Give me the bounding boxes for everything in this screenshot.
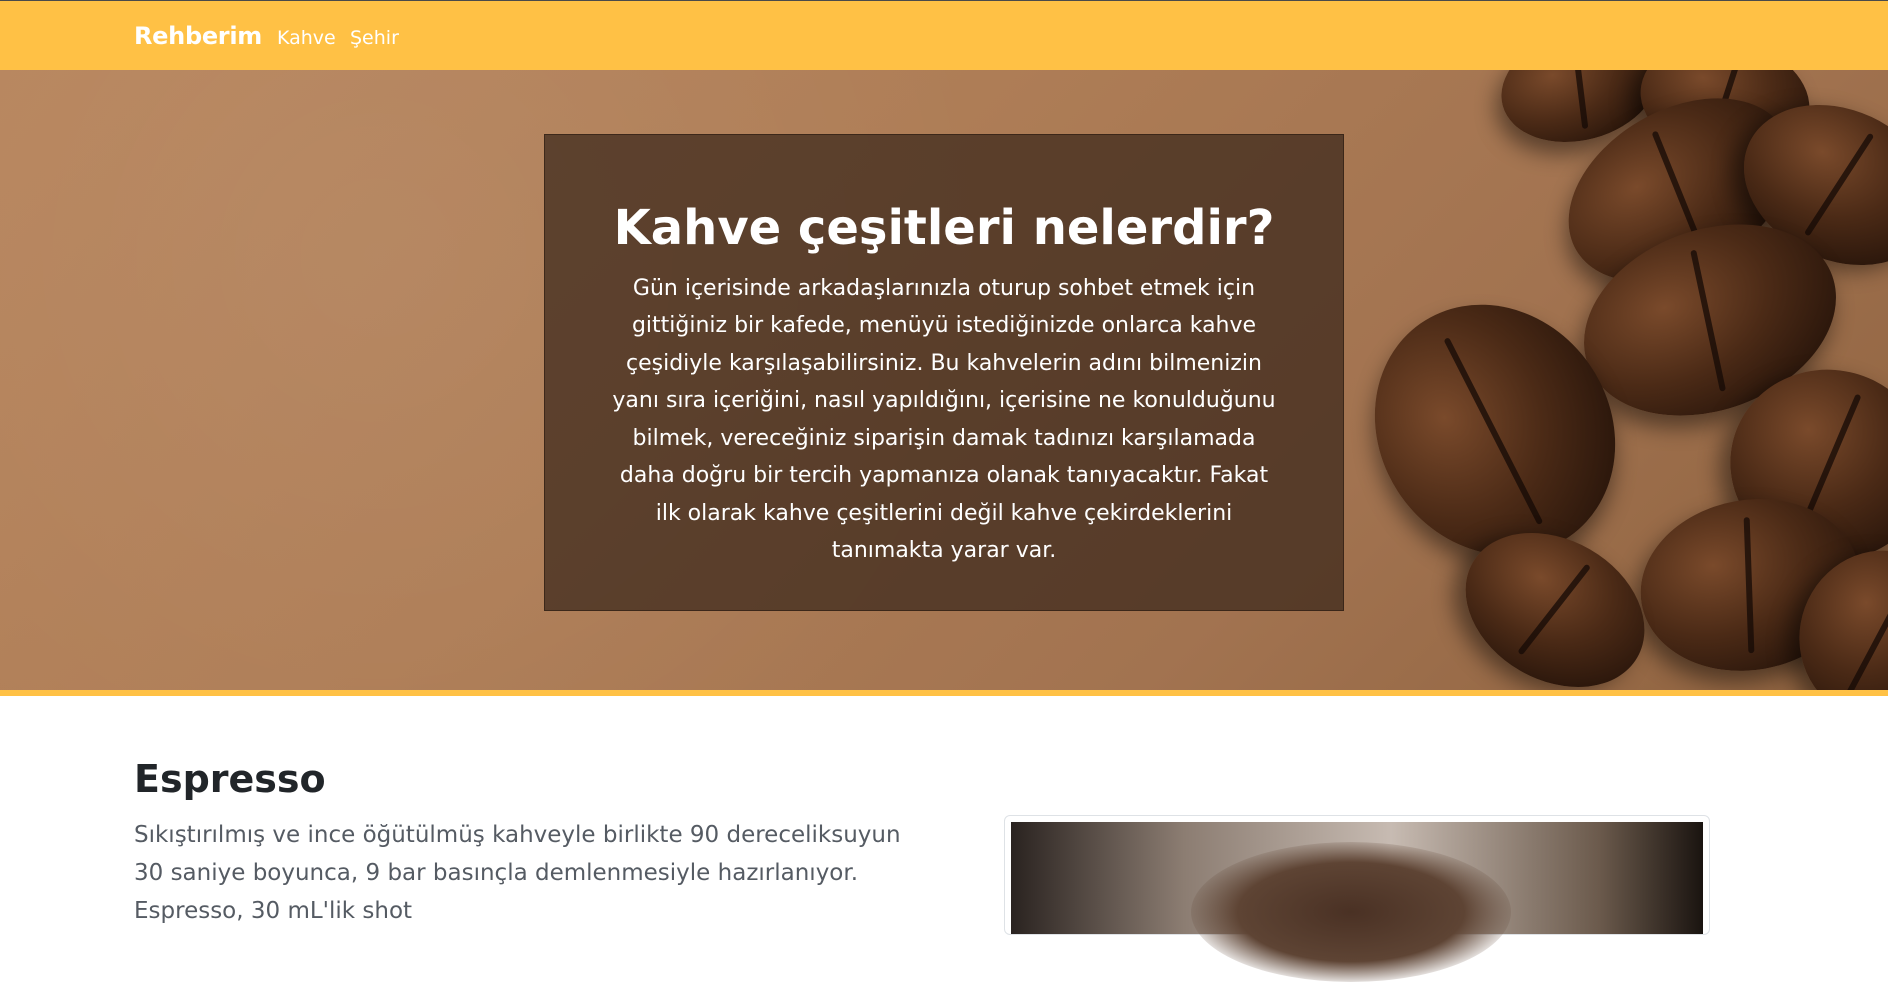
hero-banner: Kahve çeşitleri nelerdir? Gün içerisinde… [0,70,1888,690]
section-title-espresso: Espresso [134,757,326,801]
navbar: Rehberim Kahve Şehir [0,0,1888,70]
espresso-image [1011,822,1703,982]
hero-title: Kahve çeşitleri nelerdir? [613,200,1275,256]
hero-text-box: Kahve çeşitleri nelerdir? Gün içerisinde… [544,134,1344,611]
brand-logo-link[interactable]: Rehberim [134,22,262,50]
hero-description: Gün içerisinde arkadaşlarınızla oturup s… [612,275,1276,564]
nav-link-kahve[interactable]: Kahve [277,27,336,49]
hero-bottom-border [0,690,1888,696]
section-text-espresso: Sıkıştırılmış ve ince öğütülmüş kahveyle… [134,822,901,924]
espresso-image-card [1004,815,1710,982]
nav-link-sehir[interactable]: Şehir [350,27,399,49]
